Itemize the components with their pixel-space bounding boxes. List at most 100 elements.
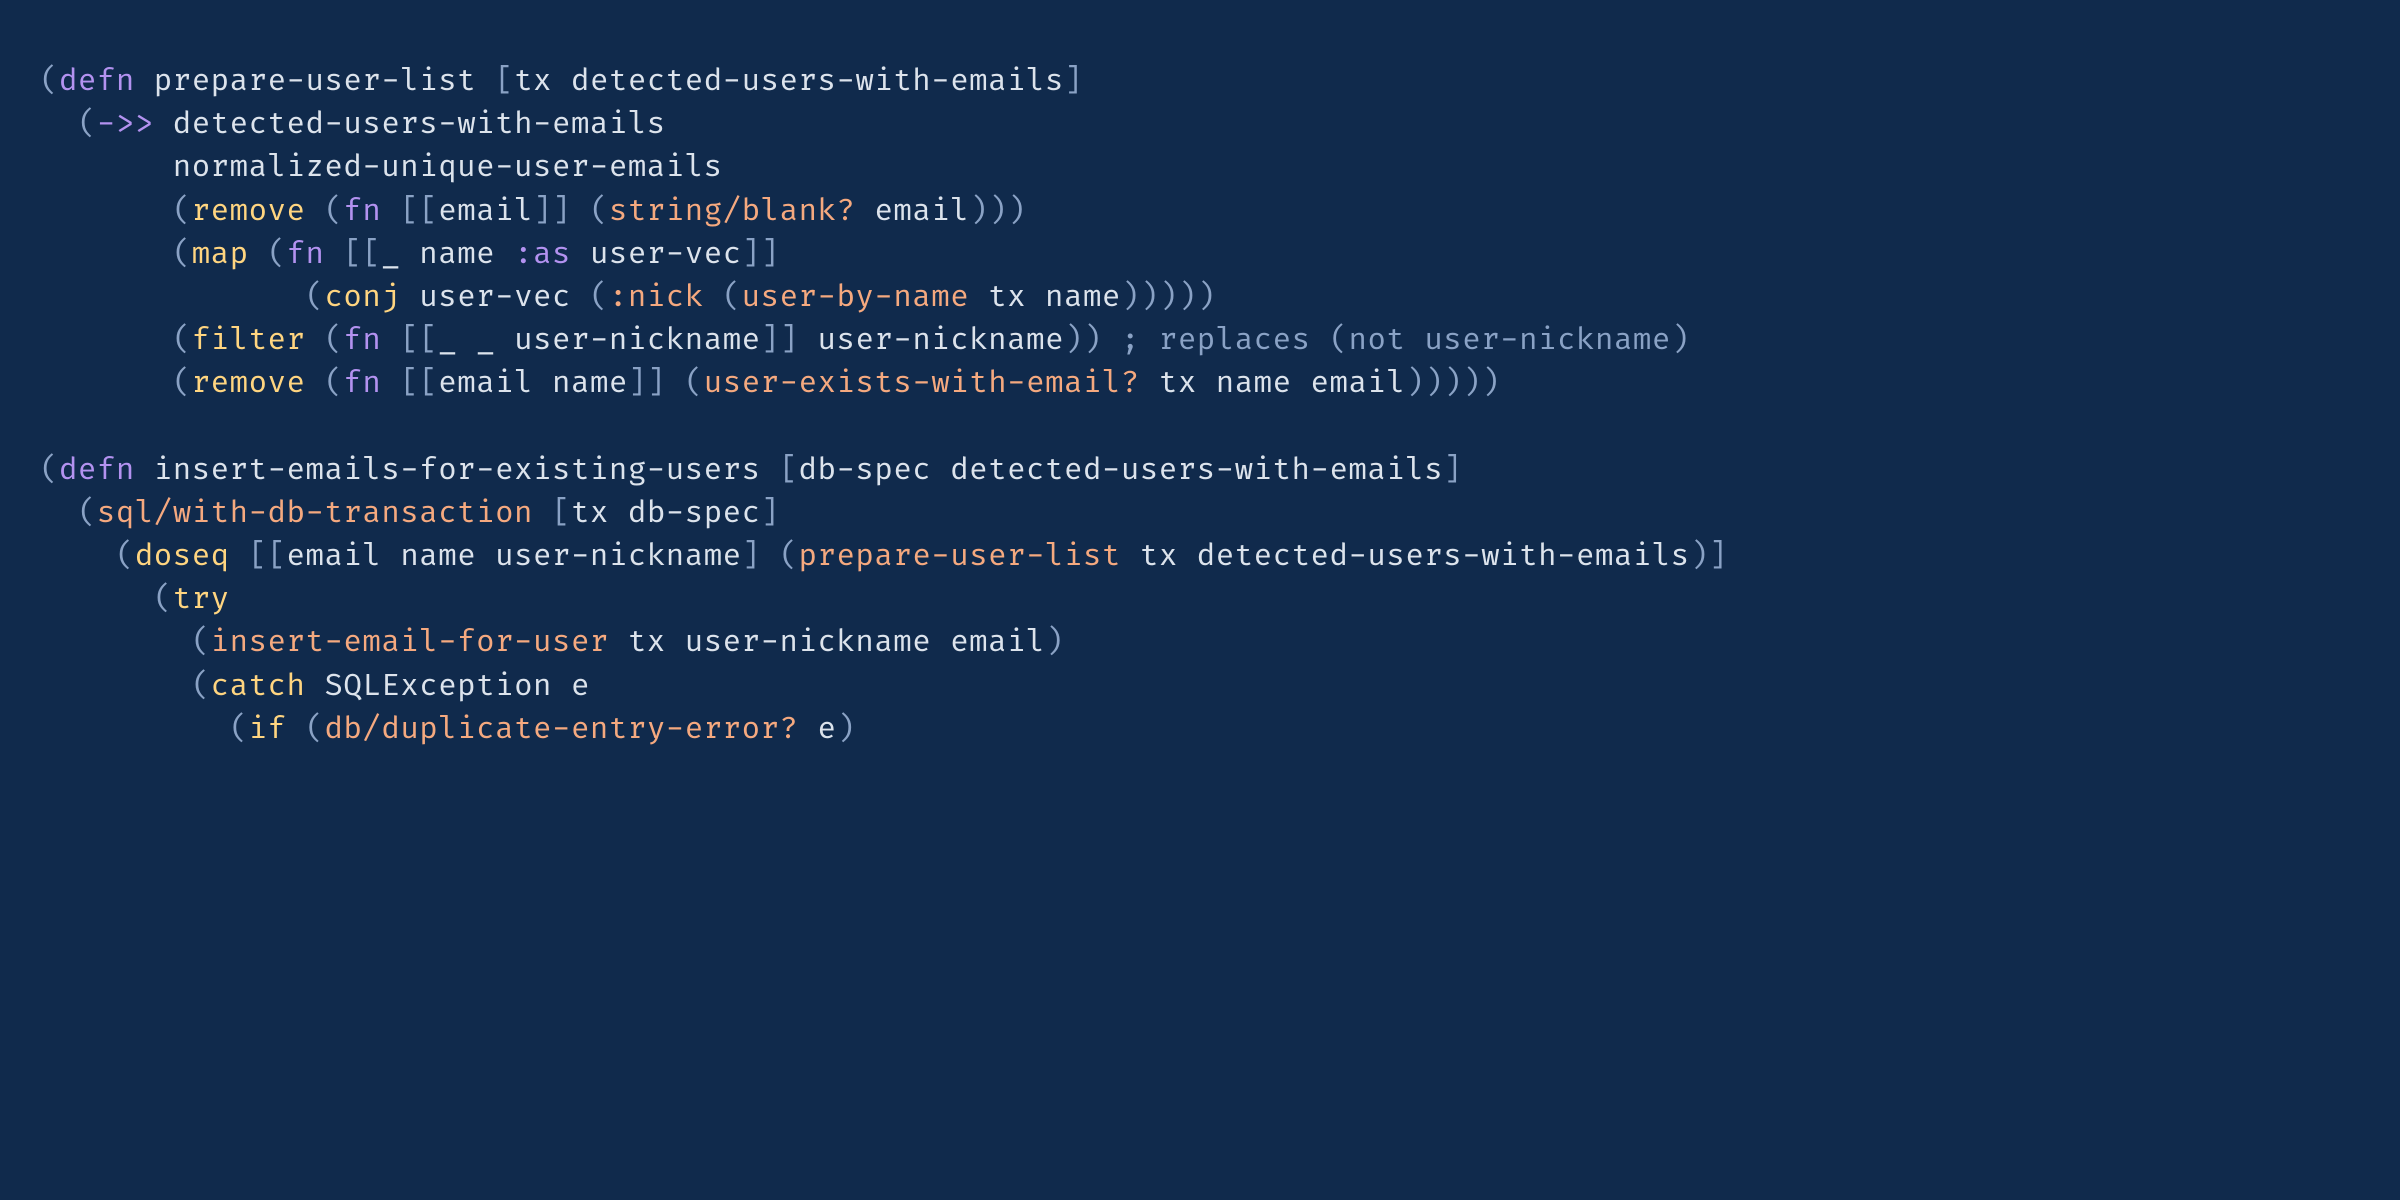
code-token: ] (742, 538, 761, 575)
code-token: email name (438, 365, 628, 402)
code-token: ( (173, 236, 192, 273)
code-token (40, 193, 173, 230)
code-token (761, 538, 780, 575)
code-token: user-exists-with-email? (704, 365, 1140, 402)
code-token: _ name (381, 236, 514, 273)
code-token (1102, 322, 1121, 359)
code-token (40, 322, 173, 359)
code-token (969, 279, 988, 316)
code-token (135, 452, 154, 489)
code-token (40, 365, 173, 402)
code-token (287, 711, 306, 748)
code-token: if (249, 711, 287, 748)
code-token: [[ (249, 538, 287, 575)
code-token: SQLException e (324, 668, 589, 705)
code-token (40, 624, 192, 661)
code-token: remove (192, 365, 306, 402)
code-token (381, 365, 400, 402)
code-token: [[ (400, 365, 438, 402)
code-token (40, 279, 305, 316)
code-token: user-vec (419, 279, 590, 316)
code-token: prepare-user-list (799, 538, 1121, 575)
code-token: ]] (628, 365, 666, 402)
code-token: ( (154, 581, 173, 618)
code-token: _ _ user-nickname (438, 322, 760, 359)
code-token: db-spec detected-users-with-emails (799, 452, 1444, 489)
code-token: [[ (400, 193, 438, 230)
code-token: conj (324, 279, 400, 316)
code-token: fn (287, 236, 325, 273)
code-token: ( (40, 63, 59, 100)
code-token (40, 538, 116, 575)
code-token: db/duplicate-entry-error? (324, 711, 798, 748)
code-token: )) (1064, 322, 1102, 359)
code-token: doseq (135, 538, 230, 575)
code-token: map (192, 236, 249, 273)
code-token: ] (1443, 452, 1462, 489)
code-token: sql/with-db-transaction (97, 495, 533, 532)
code-token: [ (495, 63, 514, 100)
code-token (154, 106, 173, 143)
code-token: ( (192, 668, 211, 705)
code-token: tx name (988, 279, 1121, 316)
code-token: email name user-nickname (287, 538, 742, 575)
code-token: ( (685, 365, 704, 402)
code-token: ) (836, 711, 855, 748)
code-token: ( (305, 279, 324, 316)
code-token: tx name email (1159, 365, 1406, 402)
code-token: insert-email-for-user (211, 624, 609, 661)
code-token: try (173, 581, 230, 618)
code-token: ] (761, 495, 780, 532)
code-block: (defn prepare-user-list [tx detected-use… (0, 0, 2400, 751)
code-token: )] (1690, 538, 1728, 575)
code-token: ( (590, 193, 609, 230)
code-token (1140, 365, 1159, 402)
code-token: ( (192, 624, 211, 661)
code-token: fn (343, 193, 381, 230)
code-token (40, 149, 173, 186)
code-token (799, 711, 818, 748)
code-token: ( (268, 236, 287, 273)
code-token (135, 63, 154, 100)
code-token (400, 279, 419, 316)
code-token: remove (192, 193, 306, 230)
code-token (40, 668, 192, 705)
code-token (476, 63, 495, 100)
code-token: ))) (969, 193, 1026, 230)
code-token (40, 236, 173, 273)
code-token: detected-users-with-emails (173, 106, 666, 143)
code-token (855, 193, 874, 230)
code-token (40, 581, 154, 618)
code-token (533, 495, 552, 532)
code-token: [ (780, 452, 799, 489)
code-token: ( (590, 279, 609, 316)
code-token (249, 236, 268, 273)
code-token: ( (324, 322, 343, 359)
code-token: ; replaces (not user-nickname) (1121, 322, 1690, 359)
code-token (799, 322, 818, 359)
code-token (1121, 538, 1140, 575)
code-token: tx db-spec (571, 495, 761, 532)
code-token: ))))) (1121, 279, 1216, 316)
code-token: insert-emails-for-existing-users (154, 452, 761, 489)
code-token (609, 624, 628, 661)
code-token: user-vec (571, 236, 742, 273)
code-token: ( (306, 711, 325, 748)
code-token: prepare-user-list (154, 63, 476, 100)
code-token (230, 538, 249, 575)
code-token (761, 452, 780, 489)
code-token: [[ (343, 236, 381, 273)
code-token (666, 365, 685, 402)
code-token (571, 193, 590, 230)
code-token: defn (59, 63, 135, 100)
code-token: :as (514, 236, 571, 273)
code-token (305, 668, 324, 705)
code-token: tx detected-users-with-emails (514, 63, 1064, 100)
code-token: string/blank? (609, 193, 856, 230)
code-token (40, 106, 78, 143)
code-token: tx user-nickname email (628, 624, 1045, 661)
code-token: :nick (609, 279, 704, 316)
code-token: ( (324, 365, 343, 402)
code-token: filter (192, 322, 306, 359)
code-token: user-by-name (742, 279, 970, 316)
